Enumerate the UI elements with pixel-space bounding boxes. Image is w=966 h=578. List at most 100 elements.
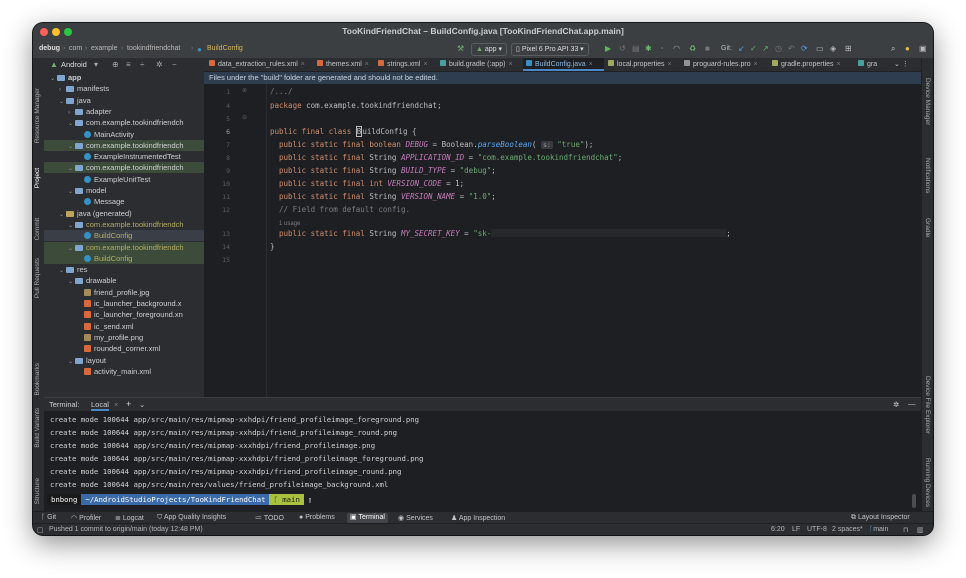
- chevron-down-icon[interactable]: ⌄: [59, 210, 66, 219]
- close-tab-icon[interactable]: ×: [508, 61, 512, 68]
- history-icon[interactable]: ◷: [775, 45, 782, 53]
- terminal-tab-local[interactable]: Local: [91, 400, 109, 411]
- tool-profiler[interactable]: ◠ Profiler: [71, 514, 101, 522]
- more-tabs-icon[interactable]: ⌄ ⋮: [894, 58, 909, 71]
- tree-item[interactable]: ⌄ app: [44, 72, 204, 83]
- tree-item[interactable]: › adapter: [44, 106, 204, 117]
- tree-item[interactable]: BuildConfig: [44, 230, 204, 242]
- close-tab-icon[interactable]: ×: [589, 61, 593, 68]
- folded-imports[interactable]: /.../: [270, 87, 293, 96]
- tree-item[interactable]: activity_main.xml: [44, 366, 204, 377]
- tool-logcat[interactable]: ≣ Logcat: [115, 514, 144, 522]
- apply-code-icon[interactable]: ▤: [632, 45, 640, 53]
- git-branch-widget[interactable]: ᚴmain: [869, 526, 888, 533]
- tool-app-quality-insights[interactable]: ⛉ App Quality Insights: [157, 514, 226, 522]
- tree-item[interactable]: BuildConfig: [44, 252, 204, 264]
- attach-debugger-icon[interactable]: ◠: [673, 45, 680, 53]
- chevron-down-icon[interactable]: ▾: [94, 61, 98, 69]
- breadcrumb-com[interactable]: com: [69, 45, 82, 52]
- gradle-sync-icon[interactable]: ⟳: [801, 45, 808, 53]
- breadcrumb-example[interactable]: example: [91, 45, 117, 52]
- tree-item[interactable]: ⌄ com.example.tookindfriendch: [44, 117, 204, 128]
- sdk-manager-icon[interactable]: ◈: [830, 45, 836, 53]
- tool-structure[interactable]: Structure: [34, 478, 41, 504]
- chevron-right-icon[interactable]: ›: [68, 108, 75, 117]
- editor-tab[interactable]: BuildConfig.java ×: [523, 58, 604, 71]
- tool-notifications[interactable]: Notifications: [924, 158, 931, 193]
- tree-item[interactable]: MainActivity: [44, 129, 204, 140]
- hide-icon[interactable]: −: [172, 61, 177, 69]
- tree-item[interactable]: rounded_corner.xml: [44, 343, 204, 354]
- git-commit-icon[interactable]: ✓: [750, 45, 757, 53]
- tool-services[interactable]: ◉ Services: [398, 514, 433, 522]
- tool-gradle[interactable]: Gradle: [924, 218, 931, 238]
- tree-item[interactable]: ⌄ res: [44, 264, 204, 275]
- chevron-down-icon[interactable]: ⌄: [68, 277, 75, 286]
- apply-changes-icon[interactable]: ↺: [619, 45, 626, 53]
- tree-item[interactable]: ⌄ drawable: [44, 275, 204, 286]
- chevron-down-icon[interactable]: ⌄: [68, 164, 75, 173]
- hide-panel-icon[interactable]: —: [908, 399, 916, 408]
- usage-hint[interactable]: 1 usage: [279, 221, 300, 227]
- git-update-icon[interactable]: ↙: [738, 45, 745, 53]
- tool-running-devices[interactable]: Running Devices: [924, 458, 931, 507]
- tool-todo[interactable]: ≔ TODO: [255, 514, 284, 522]
- close-tab-icon[interactable]: ×: [667, 61, 671, 68]
- collapse-all-icon[interactable]: ÷: [140, 61, 144, 69]
- editor-tab[interactable]: gra: [855, 58, 888, 71]
- tool-bookmarks[interactable]: Bookmarks: [34, 363, 41, 396]
- chevron-down-icon[interactable]: ⌄: [68, 119, 75, 128]
- chevron-down-icon[interactable]: ⌄: [68, 142, 75, 151]
- breadcrumb-debug[interactable]: debug: [39, 45, 60, 52]
- rollback-icon[interactable]: ↶: [788, 45, 795, 53]
- chevron-down-icon[interactable]: ⌄: [68, 244, 75, 253]
- chevron-down-icon[interactable]: ⌄: [68, 187, 75, 196]
- chevron-right-icon[interactable]: ›: [59, 85, 66, 94]
- device-mirror-icon[interactable]: ▭: [816, 45, 824, 53]
- tree-item[interactable]: ExampleInstrumentedTest: [44, 151, 204, 162]
- breadcrumb-buildconfig[interactable]: BuildConfig: [207, 45, 243, 52]
- git-push-icon[interactable]: ↗: [762, 45, 769, 53]
- tool-problems[interactable]: ● Problems: [299, 514, 335, 521]
- fold-icon[interactable]: ⊖: [242, 114, 247, 122]
- tree-item[interactable]: Message: [44, 196, 204, 207]
- settings-icon[interactable]: ▣: [919, 45, 927, 53]
- chevron-down-icon[interactable]: ⌄: [59, 266, 66, 275]
- code-area[interactable]: /.../ package com.example.tookindfriendc…: [270, 84, 910, 397]
- tree-item[interactable]: ⌄ layout: [44, 355, 204, 366]
- close-tab-icon[interactable]: ×: [365, 61, 369, 68]
- tree-item[interactable]: ⌄ java (generated): [44, 208, 204, 219]
- tool-project[interactable]: Project: [34, 168, 41, 188]
- close-tab-icon[interactable]: ×: [301, 61, 305, 68]
- tool-build-variants[interactable]: Build Variants: [34, 408, 41, 448]
- tree-item[interactable]: ic_launcher_foreground.xn: [44, 309, 204, 320]
- line-separator[interactable]: LF: [792, 526, 800, 533]
- tree-item[interactable]: ⌄ com.example.tookindfriendch: [44, 219, 204, 230]
- fold-icon[interactable]: ⊕: [242, 87, 247, 95]
- run-config-selector[interactable]: ▲ app ▾: [471, 43, 508, 56]
- tool-git[interactable]: ᚴ Git: [41, 514, 56, 521]
- chevron-down-icon[interactable]: ⌄: [50, 74, 57, 83]
- editor-tab[interactable]: data_extraction_rules.xml ×: [206, 58, 313, 71]
- close-tab-icon[interactable]: ×: [754, 61, 758, 68]
- tool-commit[interactable]: Commit: [34, 218, 41, 240]
- tool-pull-requests[interactable]: Pull Requests: [34, 258, 41, 298]
- terminal-scrollbar[interactable]: [912, 494, 916, 508]
- terminal-prompt[interactable]: bnbong ~/AndroidStudioProjects/TooKindFri…: [47, 494, 316, 505]
- tree-item[interactable]: ExampleUnitTest: [44, 174, 204, 185]
- tree-item[interactable]: ⌄ com.example.tookindfriendch: [44, 162, 204, 174]
- stop-icon[interactable]: ■: [705, 45, 710, 53]
- tool-app-inspection[interactable]: ♟ App Inspection: [451, 514, 505, 522]
- editor-tab[interactable]: gradle.properties ×: [769, 58, 854, 71]
- translate-icon[interactable]: ⊞: [845, 45, 852, 53]
- caret-position[interactable]: 6:20: [771, 526, 785, 533]
- editor-tab[interactable]: themes.xml ×: [314, 58, 374, 71]
- tree-item[interactable]: my_profile.png: [44, 332, 204, 343]
- sync-icon[interactable]: ♻: [689, 45, 696, 53]
- tree-item[interactable]: ⌄ com.example.tookindfriendch: [44, 241, 204, 253]
- new-tab-icon[interactable]: +: [126, 399, 131, 409]
- indent-setting[interactable]: 2 spaces*: [832, 526, 863, 533]
- tool-device-file-explorer[interactable]: Device File Explorer: [924, 376, 931, 434]
- editor-tab[interactable]: strings.xml ×: [375, 58, 436, 71]
- locate-icon[interactable]: ⊕: [112, 61, 119, 69]
